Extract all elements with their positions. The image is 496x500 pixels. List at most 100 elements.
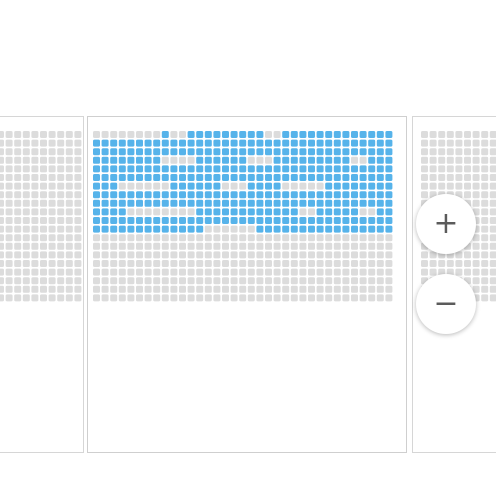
seat-selected[interactable] <box>101 208 109 216</box>
seat-selected[interactable] <box>127 165 135 173</box>
seat-selected[interactable] <box>290 174 298 181</box>
seat-selected[interactable] <box>359 225 367 233</box>
seat[interactable] <box>481 234 489 242</box>
seat-selected[interactable] <box>342 225 350 233</box>
seat[interactable] <box>31 208 39 216</box>
seat-selected[interactable] <box>239 131 247 138</box>
seat[interactable] <box>282 182 290 190</box>
seat-selected[interactable] <box>101 174 109 181</box>
seat[interactable] <box>247 225 255 233</box>
seat[interactable] <box>48 208 56 216</box>
seat-selected[interactable] <box>290 156 298 164</box>
seat[interactable] <box>170 285 178 293</box>
seat-selected[interactable] <box>316 191 324 199</box>
seat[interactable] <box>144 277 152 285</box>
seat[interactable] <box>40 148 47 156</box>
seat-selected[interactable] <box>213 199 221 207</box>
seat-selected[interactable] <box>368 174 376 181</box>
seat[interactable] <box>48 165 56 173</box>
seat[interactable] <box>22 285 30 293</box>
seat[interactable] <box>110 234 118 242</box>
seat[interactable] <box>14 139 22 147</box>
seat[interactable] <box>57 156 65 164</box>
seat[interactable] <box>22 277 30 285</box>
seat[interactable] <box>22 156 30 164</box>
seat-selected[interactable] <box>342 208 350 216</box>
seat-selected[interactable] <box>101 139 109 147</box>
seat[interactable] <box>368 251 376 259</box>
seat[interactable] <box>65 268 73 276</box>
seat[interactable] <box>489 191 496 199</box>
seat[interactable] <box>118 182 126 190</box>
seat[interactable] <box>481 139 489 147</box>
seat[interactable] <box>57 199 65 207</box>
seat[interactable] <box>14 182 22 190</box>
seat[interactable] <box>230 225 238 233</box>
seat-selected[interactable] <box>161 191 169 199</box>
seat[interactable] <box>57 182 65 190</box>
seat[interactable] <box>136 285 143 293</box>
seat-selected[interactable] <box>144 139 152 147</box>
seat[interactable] <box>40 217 47 224</box>
seat[interactable] <box>308 251 315 259</box>
seat[interactable] <box>187 156 195 164</box>
seat[interactable] <box>170 260 178 267</box>
seat-selected[interactable] <box>282 156 290 164</box>
seat[interactable] <box>222 242 229 250</box>
seat[interactable] <box>359 156 367 164</box>
seat[interactable] <box>22 217 30 224</box>
seat-selected[interactable] <box>110 182 118 190</box>
seat[interactable] <box>161 294 169 302</box>
seat-selected[interactable] <box>351 148 358 156</box>
seat[interactable] <box>22 131 30 138</box>
seat-selected[interactable] <box>127 217 135 224</box>
seat[interactable] <box>101 294 109 302</box>
seat-selected[interactable] <box>204 217 212 224</box>
seat[interactable] <box>187 208 195 216</box>
seat[interactable] <box>222 260 229 267</box>
seat[interactable] <box>385 251 393 259</box>
seat[interactable] <box>325 242 333 250</box>
seat[interactable] <box>464 131 471 138</box>
seat[interactable] <box>213 277 221 285</box>
seat[interactable] <box>385 294 393 302</box>
seat-selected[interactable] <box>376 165 384 173</box>
seat[interactable] <box>308 234 315 242</box>
seat-selected[interactable] <box>282 148 290 156</box>
seat-selected[interactable] <box>161 199 169 207</box>
seat[interactable] <box>22 208 30 216</box>
seat[interactable] <box>161 277 169 285</box>
seat[interactable] <box>118 294 126 302</box>
seat-selected[interactable] <box>351 199 358 207</box>
seat[interactable] <box>127 277 135 285</box>
seat-selected[interactable] <box>273 139 281 147</box>
seat[interactable] <box>144 234 152 242</box>
seat[interactable] <box>481 294 489 302</box>
seat[interactable] <box>153 131 161 138</box>
zoom-out-button[interactable]: − <box>416 274 476 334</box>
seat-selected[interactable] <box>127 199 135 207</box>
seat-selected[interactable] <box>93 156 100 164</box>
seat[interactable] <box>5 217 13 224</box>
seat-selected[interactable] <box>127 191 135 199</box>
seat[interactable] <box>0 225 4 233</box>
seat-selected[interactable] <box>179 139 186 147</box>
seat[interactable] <box>14 225 22 233</box>
seat[interactable] <box>472 199 480 207</box>
seat[interactable] <box>93 234 100 242</box>
seat[interactable] <box>93 260 100 267</box>
seat[interactable] <box>351 285 358 293</box>
seat[interactable] <box>74 182 82 190</box>
seat[interactable] <box>74 148 82 156</box>
seat-selected[interactable] <box>196 139 204 147</box>
seat[interactable] <box>74 217 82 224</box>
seat-selected[interactable] <box>282 217 290 224</box>
seat-selected[interactable] <box>110 191 118 199</box>
zoom-in-button[interactable]: + <box>416 194 476 254</box>
seat[interactable] <box>40 225 47 233</box>
seat[interactable] <box>5 174 13 181</box>
seat[interactable] <box>136 268 143 276</box>
seat[interactable] <box>472 277 480 285</box>
seat-selected[interactable] <box>333 174 341 181</box>
seat-selected[interactable] <box>187 148 195 156</box>
